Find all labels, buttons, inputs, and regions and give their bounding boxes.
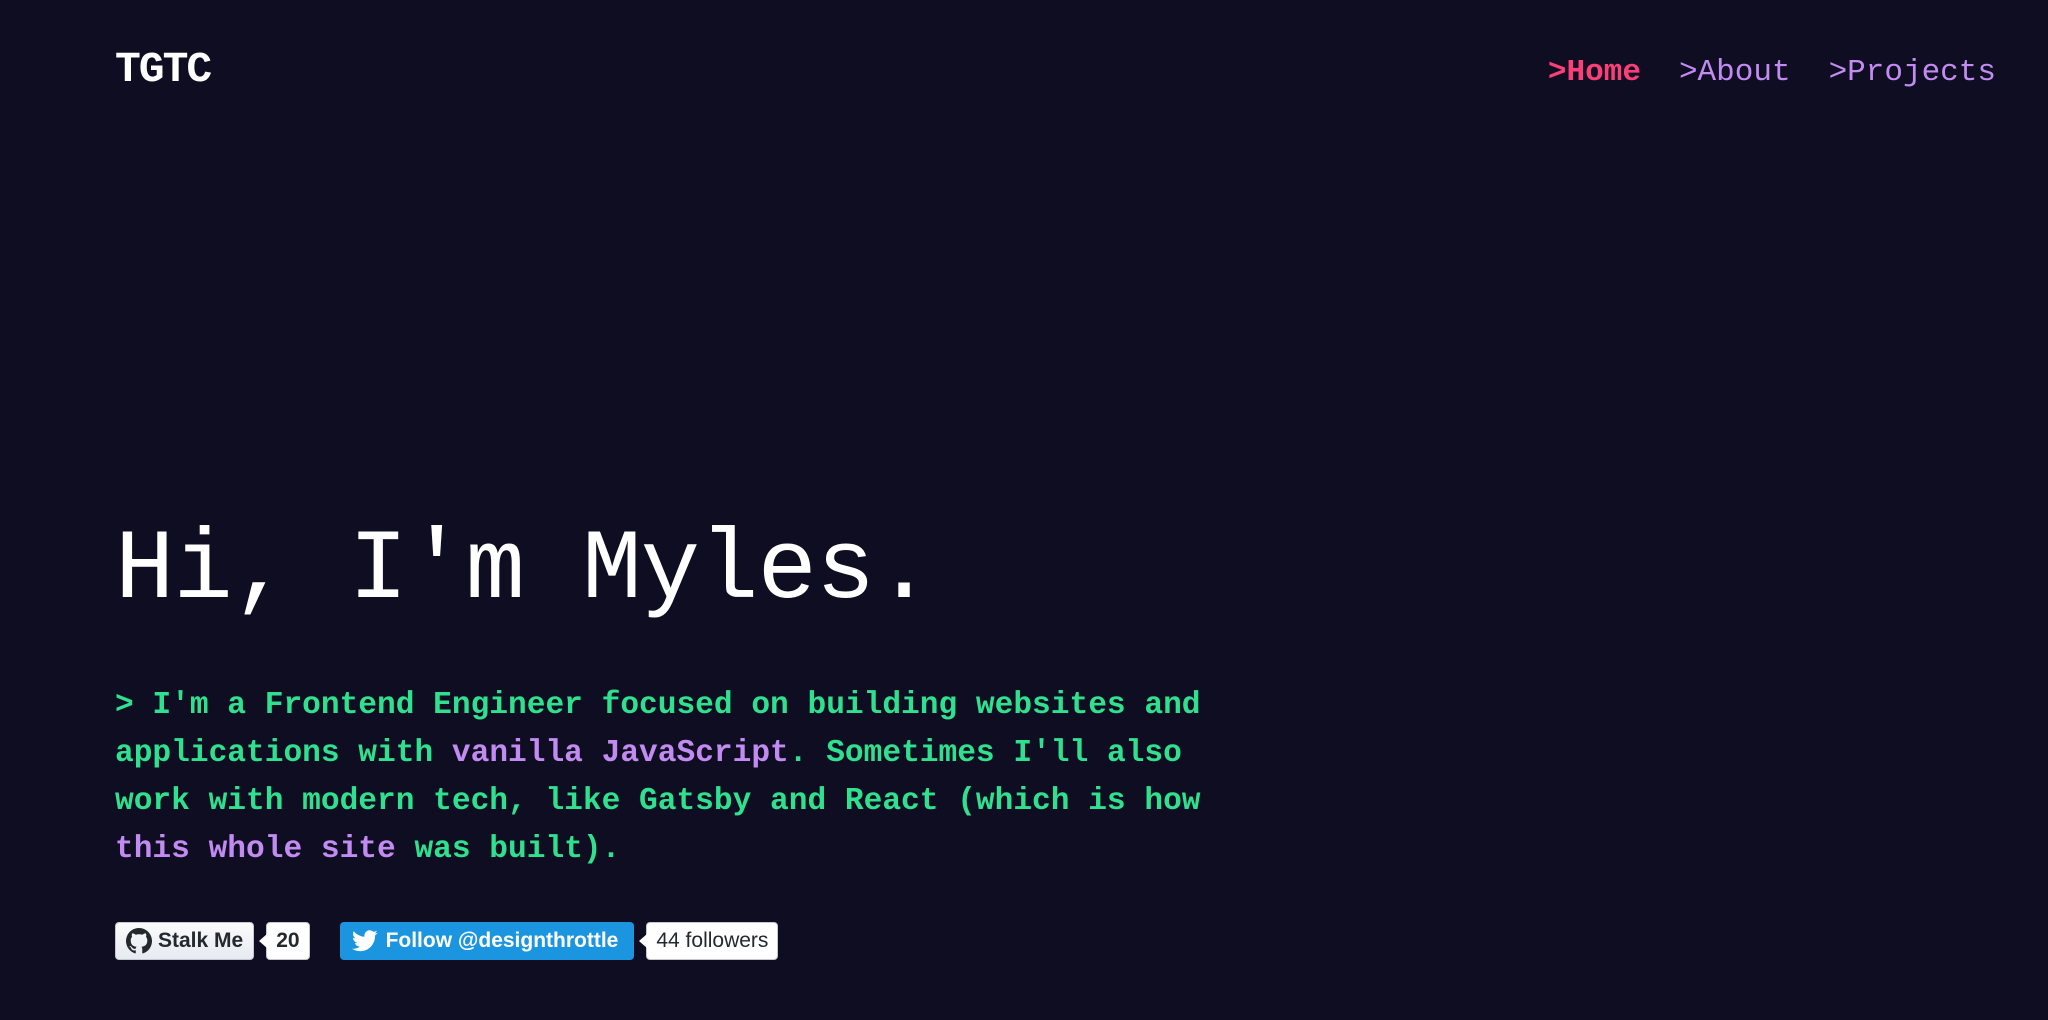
- intro-paragraph: > I'm a Frontend Engineer focused on bui…: [115, 682, 1235, 874]
- twitter-bird-icon: [351, 930, 378, 952]
- social-badges: Stalk Me 20 Follow @designthrottle 44 fo…: [115, 922, 779, 960]
- github-icon: [126, 928, 152, 954]
- hero-title: Hi, I'm Myles.: [115, 515, 934, 627]
- nav-about-link[interactable]: >About: [1679, 57, 1791, 88]
- intro-highlight-vanilla-js: vanilla JavaScript: [451, 736, 789, 771]
- intro-highlight-site: this whole site: [115, 832, 396, 867]
- main-nav: >Home >About >Projects: [1548, 57, 1996, 88]
- twitter-follower-count[interactable]: 44 followers: [639, 922, 779, 960]
- github-follower-count[interactable]: 20: [259, 922, 310, 960]
- twitter-button-label: Follow @designthrottle: [385, 929, 619, 952]
- github-follow-button[interactable]: Stalk Me: [115, 922, 255, 960]
- github-button-label: Stalk Me: [158, 929, 244, 952]
- intro-text-3: was built).: [395, 832, 621, 867]
- nav-projects-link[interactable]: >Projects: [1829, 57, 1996, 88]
- twitter-follow-button[interactable]: Follow @designthrottle: [339, 922, 635, 960]
- nav-home-link[interactable]: >Home: [1548, 57, 1641, 88]
- site-logo[interactable]: TGTC: [115, 48, 212, 91]
